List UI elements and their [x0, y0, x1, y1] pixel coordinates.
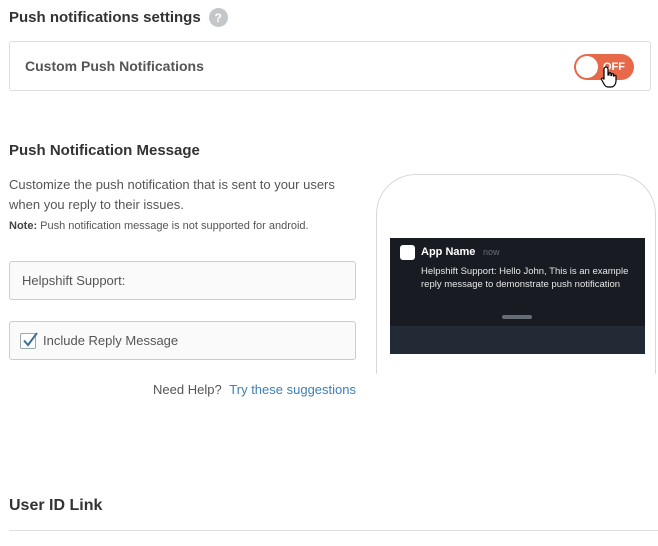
custom-push-label: Custom Push Notifications — [25, 58, 204, 74]
note-text: Push notification message is not support… — [37, 220, 309, 232]
need-help-text: Need Help? — [153, 382, 222, 397]
help-icon[interactable]: ? — [208, 8, 228, 27]
checkmark-icon — [23, 331, 38, 347]
include-reply-row[interactable]: Include Reply Message — [9, 321, 356, 360]
section-divider — [9, 530, 658, 531]
notification-preview: App Name now Helpshift Support: Hello Jo… — [390, 238, 645, 354]
help-line: Need Help? Try these suggestions — [0, 382, 356, 397]
include-reply-checkbox[interactable] — [20, 331, 38, 349]
android-note: Note: Push notification message is not s… — [9, 220, 309, 232]
notification-handle — [502, 315, 532, 319]
note-label: Note: — [9, 220, 38, 232]
custom-push-card: Custom Push Notifications OFF — [9, 41, 651, 91]
suggestions-link[interactable]: Try these suggestions — [229, 382, 356, 397]
phone-preview: App Name now Helpshift Support: Hello Jo… — [376, 174, 656, 374]
message-description: Customize the push notification that is … — [9, 177, 335, 212]
toggle-knob — [576, 56, 598, 78]
notification-app-name: App Name — [421, 246, 476, 258]
message-section-title: Push Notification Message — [9, 142, 200, 159]
include-reply-label: Include Reply Message — [43, 333, 179, 348]
notification-time: now — [483, 247, 500, 257]
user-id-link-title: User ID Link — [9, 497, 103, 514]
notification-body: Helpshift Support: Hello John, This is a… — [421, 266, 629, 290]
hand-cursor-icon — [600, 66, 617, 88]
app-icon — [400, 245, 415, 260]
push-settings-title-text: Push notifications settings — [9, 9, 201, 26]
notification-backdrop — [390, 326, 645, 354]
push-settings-title: Push notifications settings ? — [9, 8, 228, 27]
message-prefix-input[interactable] — [9, 261, 356, 300]
